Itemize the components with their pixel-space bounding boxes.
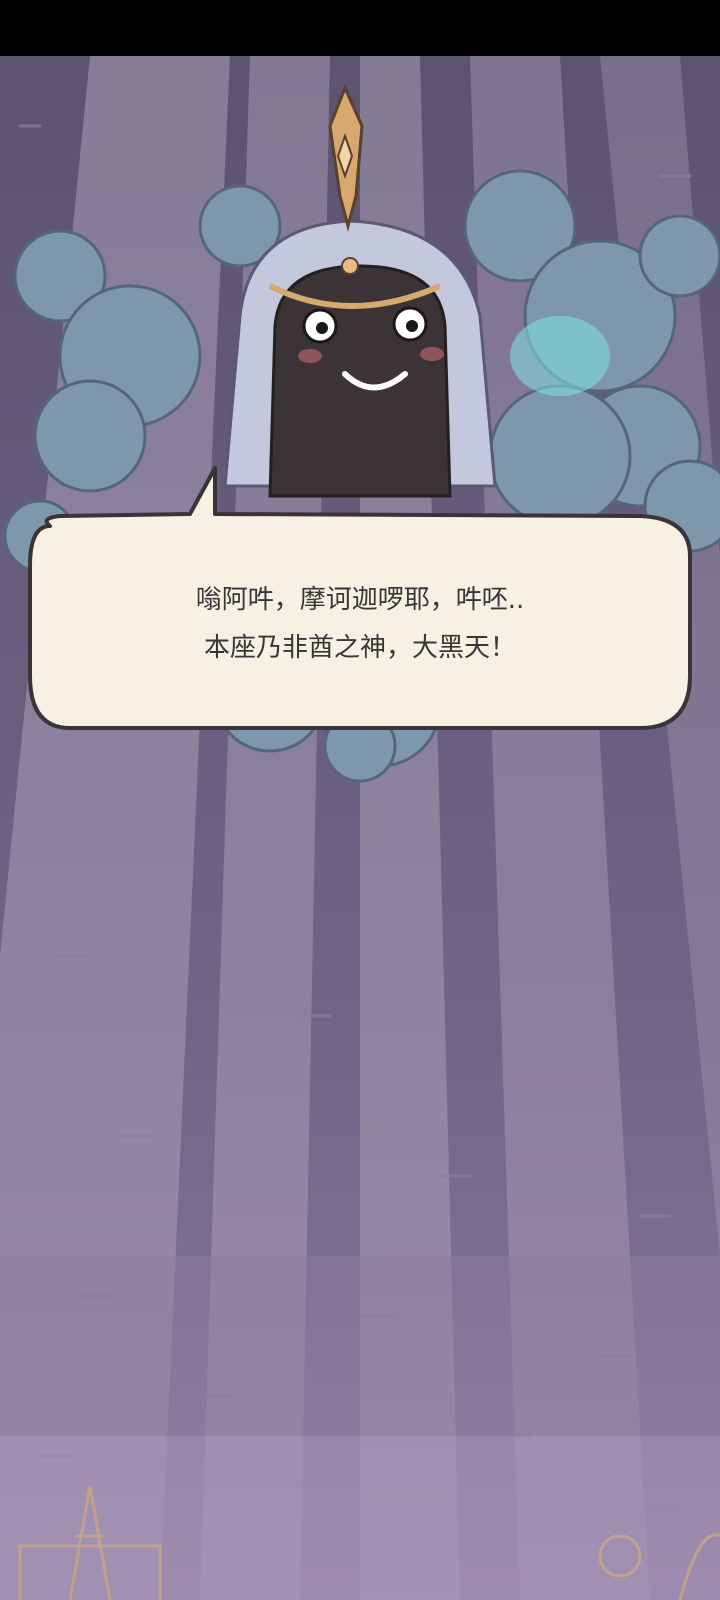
scene-art [0, 56, 720, 1600]
dialogue-line-2: 本座乃非酋之神，大黑天！ [203, 633, 516, 663]
dialogue-line-1: 嗡阿吽，摩诃迦啰耶，吽呸.. [195, 585, 525, 615]
game-scene[interactable]: 嗡阿吽，摩诃迦啰耶，吽呸.. 本座乃非酋之神，大黑天！ [0, 56, 720, 1600]
status-bar [0, 0, 720, 56]
dialogue-text: 嗡阿吽，摩诃迦啰耶，吽呸.. 本座乃非酋之神，大黑天！ [40, 576, 680, 672]
